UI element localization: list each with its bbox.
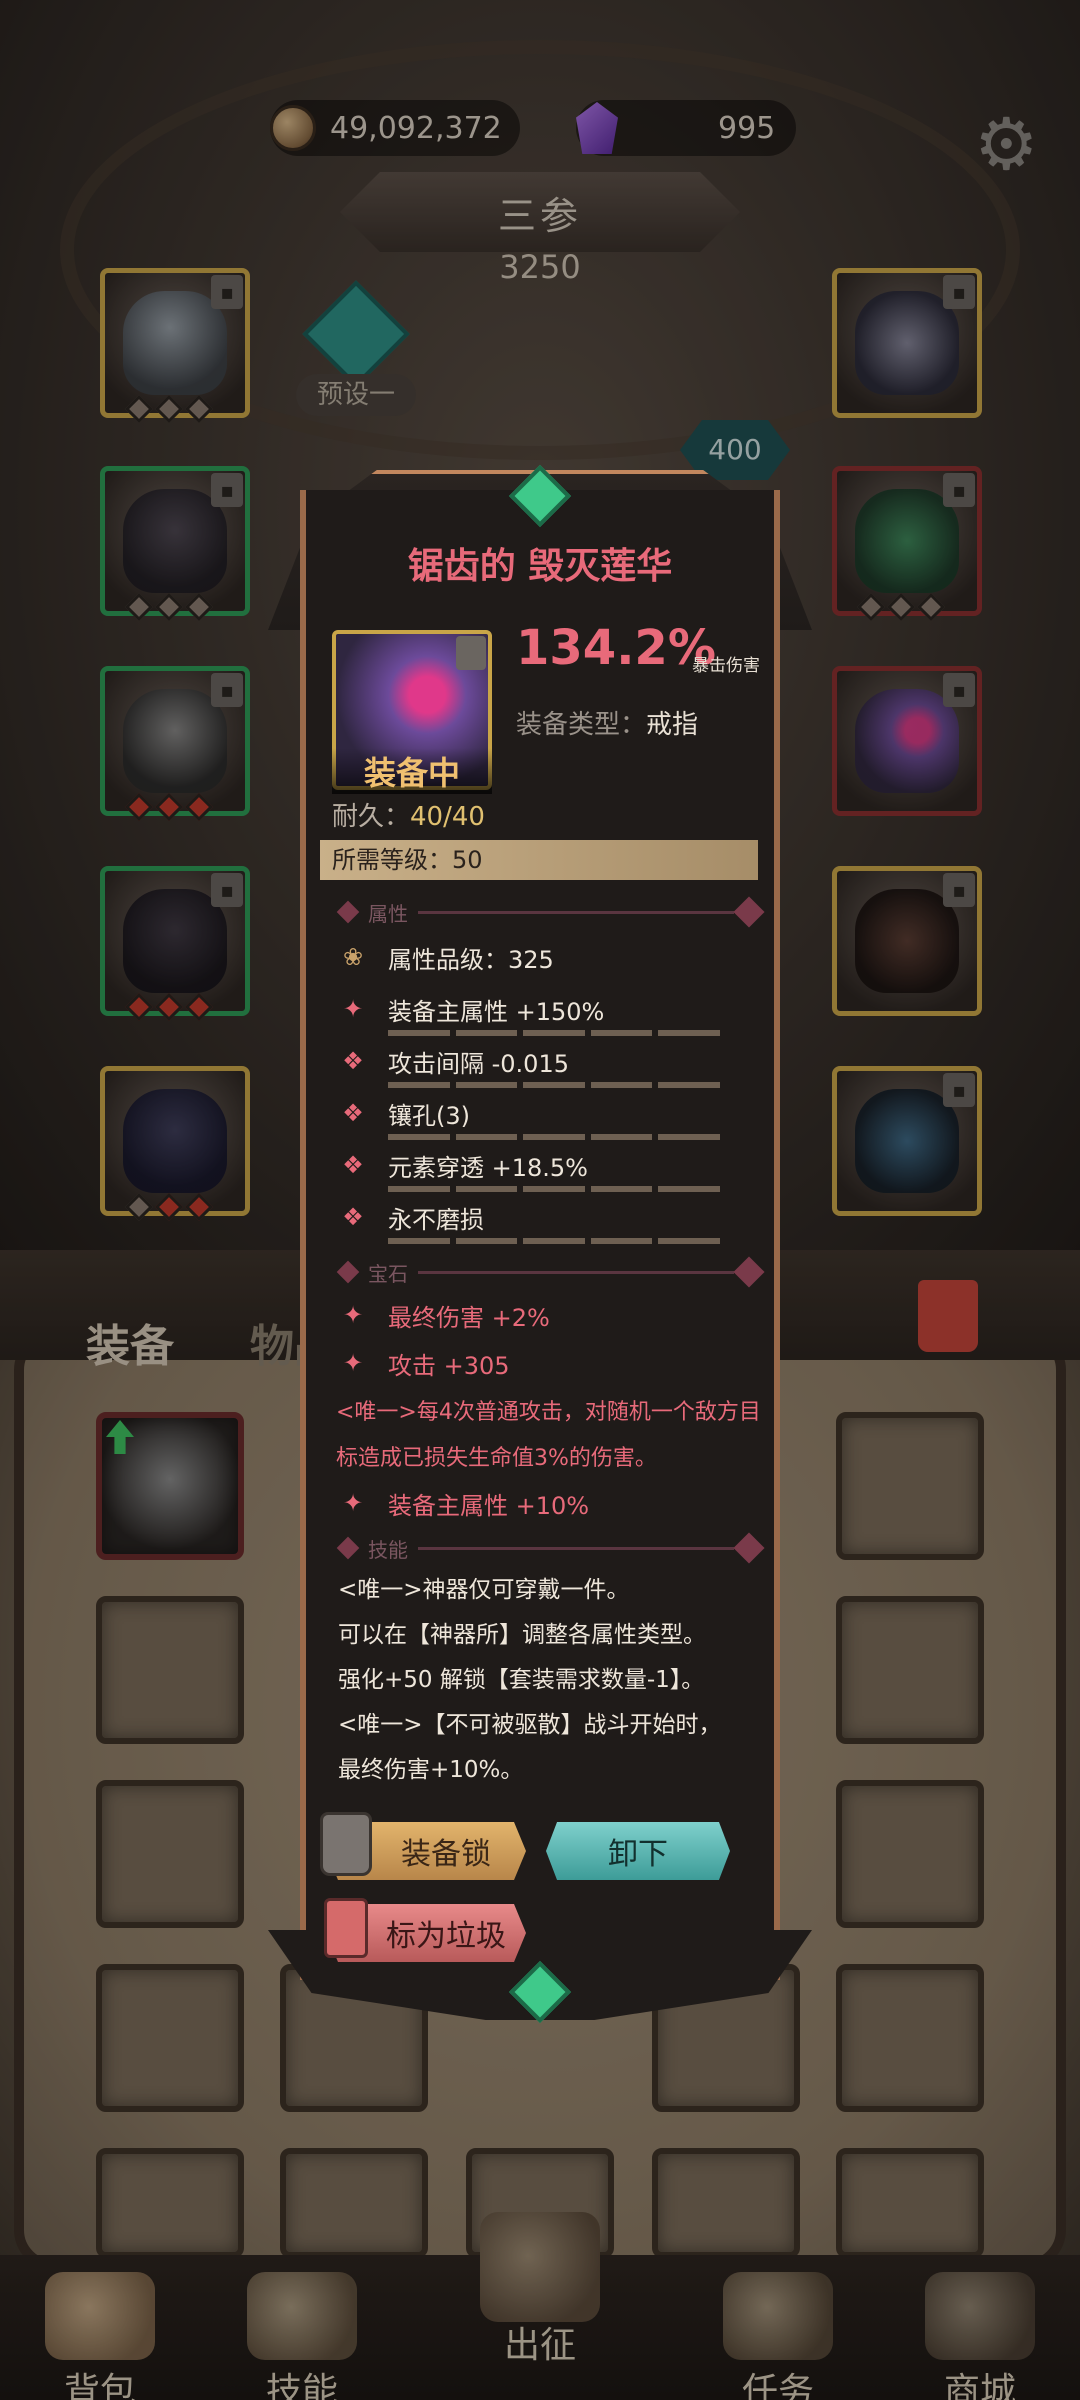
mark-as-junk-label: 标为垃圾 bbox=[386, 1919, 506, 1954]
attribute-text: 装备主属性 +150% bbox=[388, 998, 605, 1026]
gem-attribute-row: ✦ 装备主属性 +10% bbox=[340, 1480, 740, 1530]
skill-line: 强化+50 解锁【套装需求数量-1】。 bbox=[338, 1667, 705, 1693]
attribute-row: ❖ 永不磨损 bbox=[340, 1194, 740, 1244]
main-stat-value: 134.2% bbox=[516, 620, 716, 676]
equipment-type-value: 戒指 bbox=[646, 710, 699, 740]
section-header-attributes: 属性 bbox=[336, 896, 765, 928]
section-title-skills: 技能 bbox=[368, 1537, 408, 1562]
attribute-row: ❖ 攻击间隔 -0.015 bbox=[340, 1038, 740, 1088]
skill-line: <唯一>神器仅可穿戴一件。 bbox=[338, 1577, 630, 1603]
padlock-icon bbox=[320, 1812, 372, 1876]
attribute-bar bbox=[388, 1238, 720, 1244]
attribute-text: 攻击间隔 -0.015 bbox=[388, 1050, 569, 1078]
skill-line: 最终伤害+10%。 bbox=[338, 1757, 524, 1783]
equipment-type: 装备类型：戒指 bbox=[516, 704, 698, 741]
section-title-gems: 宝石 bbox=[368, 1261, 408, 1286]
durability-value: 40/40 bbox=[410, 802, 485, 832]
gem-attribute-row: ✦ 攻击 +305 bbox=[340, 1340, 740, 1390]
skill-line: <唯一>【不可被驱散】战斗开始时， bbox=[338, 1712, 722, 1738]
star-icon: ✦ bbox=[342, 1349, 364, 1377]
skill-description: <唯一>神器仅可穿戴一件。 可以在【神器所】调整各属性类型。 强化+50 解锁【… bbox=[338, 1568, 778, 1793]
equipped-status: 装备中 bbox=[332, 748, 492, 794]
attribute-bar bbox=[388, 1082, 720, 1088]
required-level-bar: 所需等级：50 bbox=[320, 840, 758, 880]
attribute-text: 属性品级：325 bbox=[388, 946, 554, 974]
main-stat-name: 暴击伤害 bbox=[692, 656, 760, 676]
attribute-bar bbox=[388, 1134, 720, 1140]
skill-line: 可以在【神器所】调整各属性类型。 bbox=[338, 1622, 706, 1648]
attribute-text: 永不磨损 bbox=[388, 1206, 484, 1234]
lock-icon bbox=[456, 636, 486, 670]
star-icon: ✦ bbox=[342, 1489, 364, 1517]
durability-label: 耐久： bbox=[332, 802, 411, 832]
unequip-button[interactable]: 卸下 bbox=[546, 1822, 730, 1880]
unequip-label: 卸下 bbox=[608, 1837, 668, 1872]
attribute-bar bbox=[388, 1030, 720, 1036]
diamond-arrow-icon: ❖ bbox=[342, 1099, 364, 1127]
section-title-attributes: 属性 bbox=[368, 901, 408, 926]
equipment-type-label: 装备类型： bbox=[516, 710, 647, 740]
gem-attribute-text: 最终伤害 +2% bbox=[388, 1304, 550, 1332]
gem-attribute-row: ✦ 最终伤害 +2% bbox=[340, 1292, 740, 1342]
diamond-arrow-icon: ❖ bbox=[342, 1047, 364, 1075]
diamond-arrow-icon: ❖ bbox=[342, 1151, 364, 1179]
lotus-grade-icon: ❀ bbox=[342, 943, 364, 971]
attribute-row: ❖ 镶孔(3) bbox=[340, 1090, 740, 1140]
section-header-gems: 宝石 bbox=[336, 1256, 765, 1288]
star-icon: ✦ bbox=[342, 1301, 364, 1329]
gem-attribute-text: 攻击 +305 bbox=[388, 1352, 510, 1380]
unique-effect-text: <唯一>每4次普通攻击，对随机一个敌方目标造成已损失生命值3%的伤害。 bbox=[336, 1400, 761, 1471]
attribute-row: ❖ 元素穿透 +18.5% bbox=[340, 1142, 740, 1192]
gem-attribute-text: 装备主属性 +10% bbox=[388, 1492, 590, 1520]
equipment-lock-label: 装备锁 bbox=[401, 1837, 491, 1872]
attribute-bar bbox=[388, 1186, 720, 1192]
attribute-row: ❀ 属性品级：325 bbox=[340, 934, 740, 984]
attribute-text: 元素穿透 +18.5% bbox=[388, 1154, 588, 1182]
junk-bag-icon bbox=[324, 1898, 368, 1958]
attribute-row: ✦ 装备主属性 +150% bbox=[340, 986, 740, 1036]
item-name: 锯齿的 毁灭莲华 bbox=[407, 546, 673, 587]
diamond-arrow-icon: ❖ bbox=[342, 1203, 364, 1231]
section-header-skills: 技能 bbox=[336, 1532, 765, 1564]
attribute-text: 镶孔(3) bbox=[388, 1102, 470, 1130]
durability: 耐久：40/40 bbox=[332, 796, 485, 833]
star-icon: ✦ bbox=[342, 995, 364, 1023]
